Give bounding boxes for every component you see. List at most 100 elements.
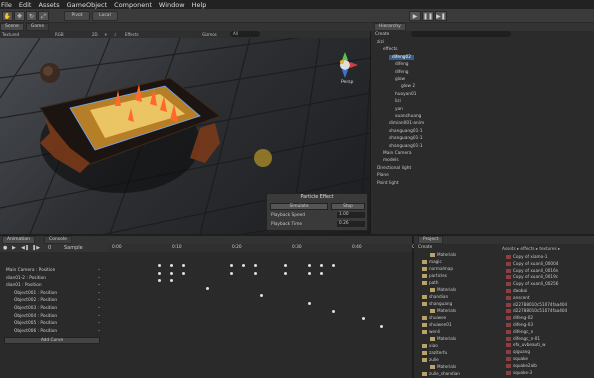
tab-hierarchy[interactable]: Hierarchy [374,23,406,31]
menu-window[interactable]: Window [159,1,185,9]
keyframe-marker[interactable] [206,286,209,290]
hierarchy-item[interactable]: difeng02 [389,54,414,60]
clip-dropdown[interactable]: Sample [64,245,83,251]
project-file[interactable]: difengc_n [506,329,533,334]
stop-button[interactable]: Stop [331,203,365,210]
project-file[interactable]: Copy of xuanli_0016n [506,268,558,273]
project-folder[interactable]: shandian [422,294,448,299]
animation-track[interactable]: dian01 : Position [6,283,42,288]
project-file[interactable]: d22788010c51074faa404 [506,302,567,307]
render-mode-dropdown[interactable]: RGB [55,32,64,37]
scene-orientation-gizmo[interactable] [330,50,360,80]
step-icon[interactable]: ▶❚ [435,11,447,21]
hierarchy-item[interactable]: Main Camera [383,151,412,156]
animation-track[interactable]: Object004 : Position [14,314,57,319]
keyframe-marker[interactable] [284,264,287,267]
frame-field[interactable]: 0 [48,245,51,251]
menu-file[interactable]: File [1,1,12,9]
move-tool-icon[interactable]: ✥ [14,11,25,21]
project-folder[interactable]: zaziterfu [422,350,447,355]
persp-label[interactable]: Persp [341,80,353,85]
hierarchy-item[interactable]: difeng [395,62,409,67]
playback-time-field[interactable]: 0.26 [337,221,365,227]
project-file[interactable]: difeng-03 [506,322,533,327]
keyframe-marker[interactable] [332,264,335,267]
track-options-icon[interactable]: – [98,314,100,319]
track-options-icon[interactable]: – [98,291,100,296]
hierarchy-item[interactable]: shanguang01-1 [389,136,423,141]
track-options-icon[interactable]: – [98,298,100,303]
project-file[interactable]: difeng-02 [506,315,533,321]
keyframe-marker[interactable] [254,271,257,275]
hierarchy-item[interactable]: glow [395,77,405,82]
keyframe-marker[interactable] [242,264,245,267]
menu-component[interactable]: Component [114,1,152,9]
animation-track[interactable]: Object003 : Position [14,306,57,311]
keyframe-marker[interactable] [158,279,161,283]
hierarchy-item[interactable]: Directional light [377,166,411,171]
project-breadcrumb[interactable]: Assets ▸ effects ▸ textures ▸ [502,246,560,251]
simulate-button[interactable]: Simulate [270,203,328,210]
track-options-icon[interactable]: – [98,306,100,311]
record-icon[interactable]: ● [3,245,7,251]
gizmos-dropdown[interactable]: Gizmos [202,32,217,37]
tab-console[interactable]: Console [44,236,72,244]
animation-track[interactable]: Object002 : Position [14,298,57,303]
project-folder[interactable]: Materials [430,308,456,313]
play-icon[interactable]: ▶ [409,11,421,21]
shading-mode-dropdown[interactable]: Textured [2,32,19,37]
animation-track[interactable]: Object001 : Position [14,291,57,296]
keyframe-marker[interactable] [170,271,173,275]
audio-toggle-icon[interactable]: ♪ [114,32,117,37]
hand-tool-icon[interactable]: ✋ [2,11,13,21]
project-folder[interactable]: shanguang [422,301,452,306]
keyframe-marker[interactable] [362,317,365,321]
keyframe-marker[interactable] [158,264,161,267]
keyframe-marker[interactable] [332,309,335,313]
keyframe-marker[interactable] [260,294,263,298]
keyframe-marker[interactable] [320,271,323,275]
track-options-icon[interactable]: – [98,283,100,288]
next-key-icon[interactable]: ❚▶ [32,245,40,251]
hierarchy-item[interactable]: yan [395,107,403,112]
tab-project[interactable]: Project [418,236,444,244]
animation-track[interactable]: Main Camera : Position [6,268,55,273]
rotate-tool-icon[interactable]: ↻ [26,11,37,21]
project-file[interactable]: Copy of xiamo-1 [506,254,547,259]
project-file[interactable]: efx_uvbeauti_w [506,342,546,348]
keyframe-marker[interactable] [308,302,311,305]
hierarchy-item[interactable]: models [383,158,399,163]
project-file[interactable]: squake-3 [506,370,532,375]
keyframe-grid[interactable] [108,252,412,378]
menu-gameobject[interactable]: GameObject [67,1,108,9]
project-folder[interactable]: normalmap [422,266,453,271]
project-folder[interactable]: Materials [430,252,456,257]
hierarchy-item[interactable]: dimian001-anim [389,121,424,126]
2d-toggle[interactable]: 2D [92,32,98,37]
hierarchy-item[interactable]: huoyan01 [395,92,416,97]
hierarchy-create-dropdown[interactable]: Create [375,32,389,37]
add-curve-button[interactable]: Add Curve [4,337,100,344]
project-folder[interactable]: zulie_shandian [422,371,460,376]
project-file[interactable]: Copy of xuanli_00004 [506,261,558,266]
anim-play-icon[interactable]: ▶ [12,245,16,251]
tab-scene[interactable]: Scene [0,23,24,31]
tab-game[interactable]: Game [25,23,50,31]
keyframe-marker[interactable] [320,264,323,267]
project-file[interactable]: squake2alb [506,363,537,368]
hierarchy-item[interactable]: effects [383,47,398,52]
hierarchy-search-input[interactable] [411,31,511,37]
project-file[interactable]: qiguang [506,349,530,355]
timeline-ruler[interactable]: 0:000:100:200:300:400:50 [108,244,422,252]
track-options-icon[interactable]: – [98,321,100,326]
animation-track[interactable]: Object005 : Position [14,321,57,326]
animation-track[interactable]: dian01-2 : Position [6,276,46,281]
keyframe-marker[interactable] [170,279,173,283]
track-options-icon[interactable]: – [98,268,100,273]
scale-tool-icon[interactable]: ⤢ [38,11,49,21]
keyframe-marker[interactable] [182,264,185,267]
project-folder[interactable]: Materials [430,336,456,341]
hierarchy-item[interactable]: lizi [395,99,401,104]
playback-speed-field[interactable]: 1.00 [337,212,365,218]
project-folder[interactable]: path [422,280,439,285]
